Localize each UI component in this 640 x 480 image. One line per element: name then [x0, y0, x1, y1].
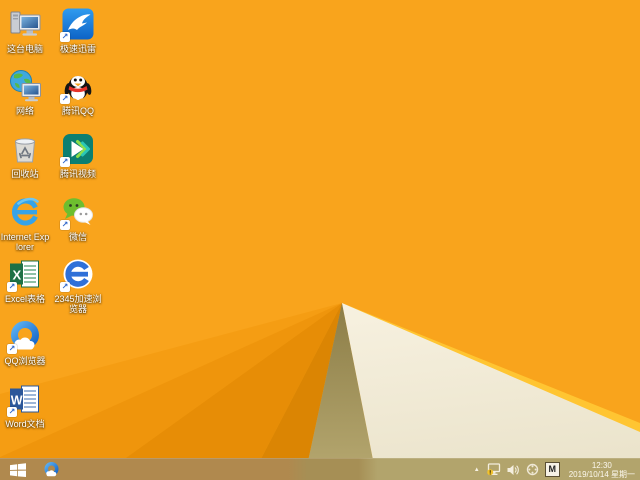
input-method-indicator[interactable]: M [542, 459, 563, 480]
wechat-icon: ↗ [60, 195, 95, 230]
desktop-icon-network[interactable]: 网络 [0, 69, 50, 116]
system-tray: ▲ M 12:30 2019/10/14 星期一 [470, 459, 640, 480]
desktop-icon-label: Excel表格 [4, 294, 45, 304]
desktop-icon-label: 网络 [15, 106, 34, 116]
utility-tray-icon[interactable] [523, 459, 542, 480]
desktop-icon-tencent-video[interactable]: ↗ 腾讯视频 [53, 132, 103, 179]
xunlei-icon: ↗ [60, 7, 95, 42]
desktop-icon-internet-explorer[interactable]: Internet Explorer [0, 195, 50, 252]
network-icon [8, 69, 42, 103]
qq-browser-icon [44, 462, 58, 477]
shortcut-arrow-icon: ↗ [60, 94, 70, 104]
desktop-icon-recycle-bin[interactable]: 回收站 [0, 132, 50, 179]
qq-penguin-icon: ↗ [60, 69, 95, 104]
desktop-icon-label: 这台电脑 [6, 44, 43, 54]
excel-icon: X ↗ [7, 257, 42, 292]
shortcut-arrow-icon: ↗ [60, 157, 70, 167]
clock-date: 2019/10/14 星期一 [568, 469, 635, 479]
desktop-icon-label: 腾讯QQ [61, 106, 94, 116]
svg-text:X: X [13, 268, 22, 283]
network-status-icon[interactable] [484, 459, 504, 480]
start-button[interactable] [0, 459, 36, 480]
shortcut-arrow-icon: ↗ [60, 220, 70, 230]
desktop-icon-wechat[interactable]: ↗ 微信 [53, 195, 103, 242]
desktop-icon-word[interactable]: W ↗ Word文档 [0, 382, 50, 429]
show-hidden-icons-button[interactable]: ▲ [470, 459, 484, 480]
shortcut-arrow-icon: ↗ [7, 407, 17, 417]
shortcut-arrow-icon: ↗ [60, 282, 70, 292]
windows-logo-icon [10, 462, 26, 477]
desktop-icon-qq-browser[interactable]: ↗ QQ浏览器 [0, 319, 50, 366]
word-icon: W ↗ [7, 382, 42, 417]
desktop-icon-excel[interactable]: X ↗ Excel表格 [0, 257, 50, 304]
desktop-icon-label: 回收站 [11, 169, 39, 179]
recycle-bin-icon [8, 132, 42, 166]
desktop-icon-label: QQ浏览器 [4, 356, 46, 366]
shortcut-arrow-icon: ↗ [7, 344, 17, 354]
input-method-label: M [544, 462, 560, 477]
taskbar-qq-browser-button[interactable] [36, 459, 66, 480]
desktop: 这台电脑 ↗ 极速迅雷 网络 ↗ 腾讯QQ 回收站 ↗ 腾讯视频 Interne… [0, 0, 640, 480]
desktop-icon-label: 微信 [68, 232, 87, 242]
desktop-icon-label: 2345加速浏览器 [54, 294, 102, 314]
shortcut-arrow-icon: ↗ [7, 282, 17, 292]
taskbar-clock[interactable]: 12:30 2019/10/14 星期一 [563, 461, 640, 479]
taskbar: ▲ M 12:30 2019/10/14 星期一 [0, 458, 640, 480]
svg-text:W: W [11, 394, 23, 408]
desktop-icon-xunlei[interactable]: ↗ 极速迅雷 [53, 7, 103, 54]
desktop-icon-tencent-qq[interactable]: ↗ 腾讯QQ [53, 69, 103, 116]
internet-explorer-icon [8, 195, 42, 229]
qq-browser-icon: ↗ [7, 319, 42, 354]
volume-icon[interactable] [504, 459, 523, 480]
shortcut-arrow-icon: ↗ [60, 32, 70, 42]
this-pc-icon [8, 7, 42, 41]
desktop-icon-label: 极速迅雷 [59, 44, 96, 54]
desktop-icon-label: Internet Explorer [0, 232, 50, 252]
desktop-icon-this-pc[interactable]: 这台电脑 [0, 7, 50, 54]
clock-time: 12:30 [591, 460, 612, 470]
tencent-video-icon: ↗ [60, 132, 95, 167]
desktop-icon-2345-browser[interactable]: ↗ 2345加速浏览器 [53, 257, 103, 314]
2345-browser-icon: ↗ [60, 257, 95, 292]
desktop-icon-label: Word文档 [5, 419, 45, 429]
desktop-icon-label: 腾讯视频 [59, 169, 96, 179]
